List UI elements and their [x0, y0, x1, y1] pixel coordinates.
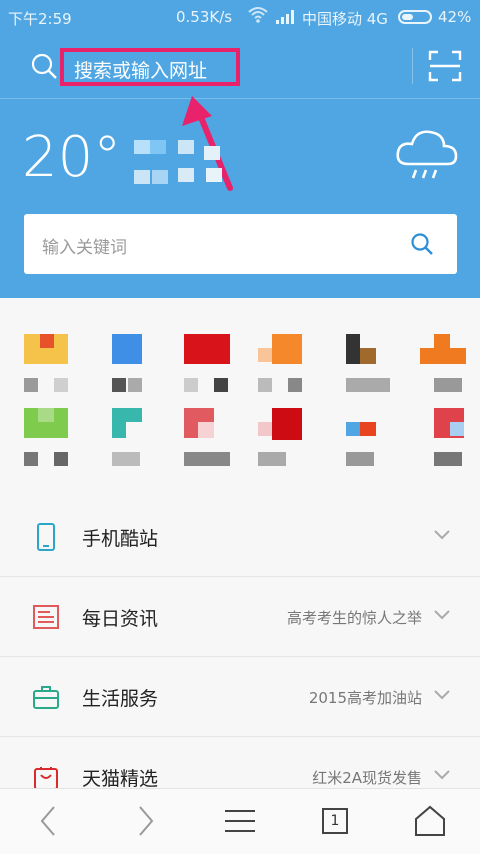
shortcut-tile[interactable]	[420, 334, 466, 378]
list-item[interactable]: 生活服务 2015高考加油站	[0, 656, 480, 736]
scan-icon[interactable]	[428, 50, 462, 82]
shortcut-grid	[0, 324, 480, 484]
status-carrier: 中国移动 4G	[302, 10, 388, 28]
search-icon[interactable]	[410, 232, 434, 256]
shortcut-tile[interactable]	[184, 334, 230, 378]
forward-icon[interactable]	[126, 803, 162, 839]
chevron-down-icon[interactable]	[434, 769, 450, 781]
list-item-title: 手机酷站	[82, 528, 159, 550]
weather-location-mosaic	[134, 140, 226, 186]
list-item-title: 天猫精选	[82, 768, 159, 790]
temperature: 20°	[22, 125, 122, 190]
briefcase-icon	[33, 686, 59, 709]
url-placeholder: 搜索或输入网址	[74, 60, 208, 82]
list-item[interactable]: 手机酷站	[0, 497, 480, 576]
battery-icon	[398, 10, 432, 24]
menu-icon[interactable]	[222, 803, 258, 839]
signal-icon	[276, 10, 294, 24]
keyword-search-box[interactable]: 输入关键词	[24, 214, 457, 274]
keyword-placeholder: 输入关键词	[42, 238, 127, 258]
wifi-icon	[248, 7, 268, 23]
shopping-bag-icon	[34, 767, 58, 790]
status-bar: 下午2:59 0.53K/s 中国移动 4G 42%	[0, 0, 480, 34]
url-input[interactable]: 搜索或输入网址	[60, 48, 240, 86]
category-list: 手机酷站 每日资讯 高考考生的惊人之举 生活服务 2015高考加油站 天猫精选	[0, 497, 480, 816]
list-item-subtitle: 2015高考加油站	[308, 689, 422, 707]
shortcut-tile[interactable]	[258, 334, 302, 378]
top-bar: 搜索或输入网址	[0, 34, 480, 99]
status-time: 下午2:59	[8, 10, 72, 28]
list-item-title: 生活服务	[82, 688, 159, 710]
tabs-button[interactable]: 1	[322, 808, 348, 834]
search-icon[interactable]	[30, 52, 58, 80]
chevron-down-icon[interactable]	[434, 689, 450, 701]
shortcut-tile[interactable]	[112, 334, 156, 378]
chevron-down-icon[interactable]	[434, 609, 450, 621]
shortcut-tile[interactable]	[434, 408, 478, 452]
shortcut-tile[interactable]	[346, 334, 390, 378]
list-item-subtitle: 红米2A现货发售	[312, 769, 422, 787]
shortcut-tile[interactable]	[112, 408, 156, 452]
chevron-down-icon[interactable]	[434, 529, 450, 541]
battery-percent: 42%	[438, 8, 472, 26]
shortcut-tile[interactable]	[24, 334, 68, 378]
divider	[412, 48, 413, 84]
list-item-title: 每日资讯	[82, 608, 159, 630]
phone-icon	[37, 523, 55, 551]
status-speed: 0.53K/s	[176, 8, 233, 26]
news-icon	[33, 605, 59, 629]
home-icon[interactable]	[412, 803, 448, 839]
shortcut-tile[interactable]	[346, 408, 390, 452]
list-item[interactable]: 每日资讯 高考考生的惊人之举	[0, 576, 480, 656]
back-icon[interactable]	[32, 803, 68, 839]
shortcut-tile[interactable]	[24, 408, 68, 452]
list-item-subtitle: 高考考生的惊人之举	[286, 609, 422, 627]
shortcut-tile[interactable]	[184, 408, 228, 452]
cloud-rain-icon	[396, 130, 458, 179]
shortcut-tile[interactable]	[258, 408, 302, 452]
bottom-toolbar	[0, 788, 480, 854]
